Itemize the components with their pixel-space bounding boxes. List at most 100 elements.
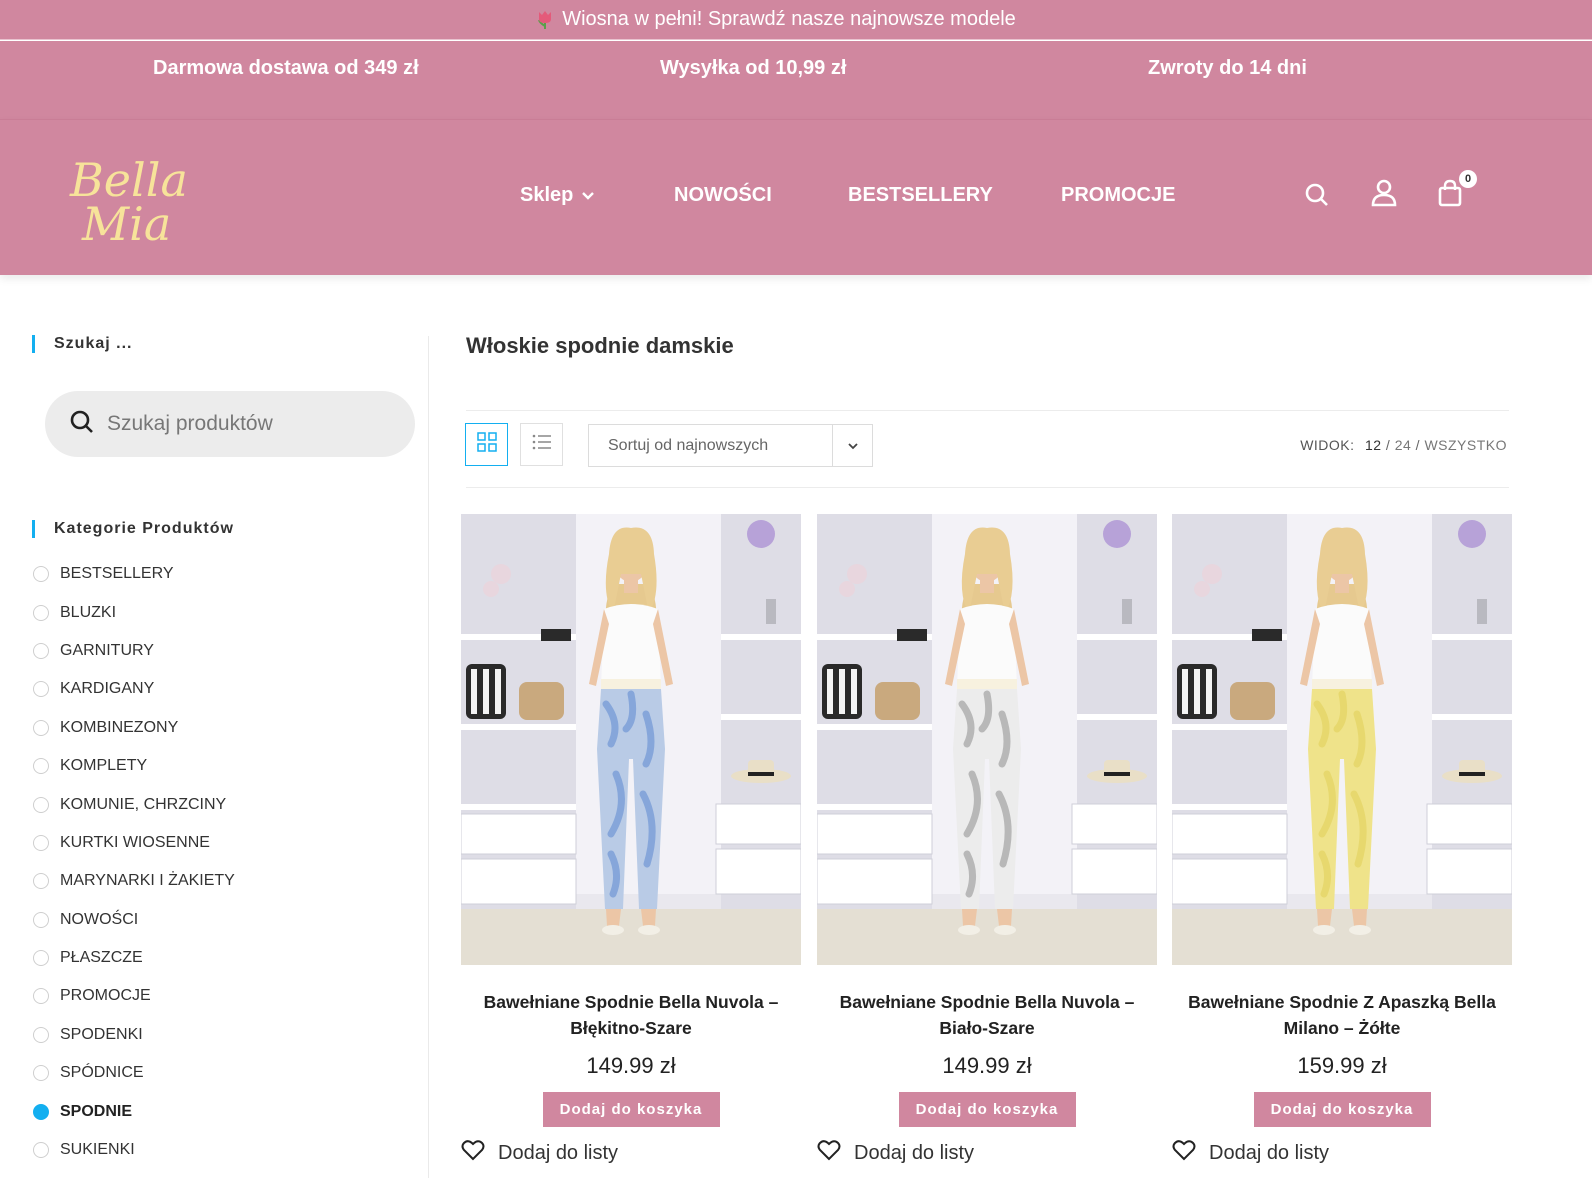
category-label: KURTKI WIOSENNE bbox=[60, 833, 210, 851]
chevron-down-icon bbox=[832, 425, 872, 466]
category-item[interactable]: PROMOCJE bbox=[32, 977, 235, 1015]
benefit-returns: Zwroty do 14 dni bbox=[1148, 57, 1307, 79]
site-header: Bella Mia Sklep NOWOŚCI BESTSELLERY PROM… bbox=[0, 119, 1592, 275]
category-label: MARYNARKI I ŻAKIETY bbox=[60, 872, 235, 890]
category-label: GARNITURY bbox=[60, 641, 154, 659]
view-separator: / bbox=[1385, 437, 1391, 453]
radio-icon bbox=[33, 719, 49, 736]
radio-icon bbox=[33, 1065, 49, 1082]
product-price: 159.99 zł bbox=[1297, 1053, 1387, 1078]
category-label: PŁASZCZE bbox=[60, 949, 143, 967]
category-label: KOMPLETY bbox=[60, 757, 148, 775]
cart-count-badge: 0 bbox=[1459, 170, 1477, 188]
wishlist-label: Dodaj do listy bbox=[854, 1141, 975, 1164]
tulip-icon bbox=[536, 10, 554, 30]
nav-shop-label: Sklep bbox=[520, 184, 574, 206]
category-item[interactable]: KURTKI WIOSENNE bbox=[32, 824, 235, 862]
radio-icon bbox=[33, 911, 49, 928]
category-item[interactable]: SPÓDNICE bbox=[32, 1054, 235, 1092]
add-to-cart-button[interactable]: Dodaj do koszyka bbox=[542, 1092, 720, 1127]
grid-view-button[interactable] bbox=[465, 423, 508, 466]
category-item[interactable]: BLUZKI bbox=[32, 593, 235, 631]
add-to-wishlist[interactable]: Dodaj do listy bbox=[461, 1139, 801, 1167]
category-label: SUKIENKI bbox=[60, 1141, 135, 1159]
radio-icon bbox=[33, 988, 49, 1005]
view-all[interactable]: WSZYSTKO bbox=[1424, 437, 1507, 453]
list-view-button[interactable] bbox=[520, 423, 563, 466]
chevron-down-icon bbox=[581, 184, 595, 207]
nav-new[interactable]: NOWOŚCI bbox=[674, 184, 772, 207]
search-icon[interactable] bbox=[1302, 178, 1332, 208]
category-label: SPODENKI bbox=[60, 1025, 143, 1043]
view-label: WIDOK: bbox=[1300, 437, 1355, 453]
category-item[interactable]: SUKIENKI bbox=[32, 1131, 235, 1169]
products-per-page: WIDOK: 12 / 24 / WSZYSTKO bbox=[1300, 437, 1507, 453]
category-item[interactable]: MARYNARKI I ŻAKIETY bbox=[32, 862, 235, 900]
product-card: Bawełniane Spodnie Bella Nuvola – Biało-… bbox=[817, 514, 1157, 1167]
category-item[interactable]: KARDIGANY bbox=[32, 670, 235, 708]
sort-label: Sortuj od najnowszych bbox=[608, 436, 769, 454]
sort-select[interactable]: Sortuj od najnowszych bbox=[588, 424, 873, 467]
benefit-shipping: Wysyłka od 10,99 zł bbox=[660, 57, 847, 79]
category-label: BLUZKI bbox=[60, 603, 117, 621]
category-item-active[interactable]: SPODNIE bbox=[32, 1092, 235, 1130]
category-item[interactable]: NOWOŚCI bbox=[32, 901, 235, 939]
sidebar-divider bbox=[428, 336, 429, 1178]
category-item[interactable]: BESTSELLERY bbox=[32, 555, 235, 593]
category-item[interactable]: KOMUNIE, CHRZCINY bbox=[32, 785, 235, 823]
heart-icon bbox=[1172, 1139, 1196, 1167]
search-icon[interactable] bbox=[69, 409, 95, 440]
category-label: KOMBINEZONY bbox=[60, 718, 179, 736]
radio-icon bbox=[33, 604, 49, 621]
category-label: BESTSELLERY bbox=[60, 565, 174, 583]
category-label: SPODNIE bbox=[60, 1102, 133, 1120]
add-to-cart-button[interactable]: Dodaj do koszyka bbox=[1253, 1092, 1431, 1127]
product-image[interactable] bbox=[461, 514, 801, 965]
product-image[interactable] bbox=[1172, 514, 1512, 965]
heart-icon bbox=[817, 1139, 841, 1167]
view-24[interactable]: 24 bbox=[1395, 437, 1412, 453]
search-widget-title: Szukaj ... bbox=[32, 335, 432, 353]
radio-icon bbox=[33, 873, 49, 890]
category-item[interactable]: SPODENKI bbox=[32, 1016, 235, 1054]
product-name[interactable]: Bawełniane Spodnie Bella Nuvola – Biało-… bbox=[817, 989, 1157, 1041]
categories-widget-title: Kategorie Produktów bbox=[32, 520, 234, 538]
add-to-wishlist[interactable]: Dodaj do listy bbox=[1172, 1139, 1512, 1167]
category-item[interactable]: PŁASZCZE bbox=[32, 939, 235, 977]
nav-shop[interactable]: Sklep bbox=[520, 184, 595, 207]
toolbar-divider-bottom bbox=[466, 487, 1509, 488]
category-item[interactable]: KOMPLETY bbox=[32, 747, 235, 785]
wishlist-label: Dodaj do listy bbox=[498, 1141, 619, 1164]
nav-promotions[interactable]: PROMOCJE bbox=[1061, 184, 1175, 207]
cart-icon[interactable]: 0 bbox=[1435, 170, 1477, 208]
radio-selected-icon bbox=[33, 1103, 49, 1120]
brand-logo[interactable]: Bella Mia bbox=[64, 142, 194, 252]
category-label: KOMUNIE, CHRZCINY bbox=[60, 795, 227, 813]
product-name[interactable]: Bawełniane Spodnie Bella Nuvola – Błękit… bbox=[461, 989, 801, 1041]
radio-icon bbox=[33, 758, 49, 775]
radio-icon bbox=[33, 834, 49, 851]
radio-icon bbox=[33, 566, 49, 583]
category-label: SPÓDNICE bbox=[60, 1064, 144, 1082]
category-list: BESTSELLERY BLUZKI GARNITURY KARDIGANY K… bbox=[32, 555, 235, 1169]
search-input[interactable] bbox=[107, 412, 387, 436]
product-name[interactable]: Bawełniane Spodnie Z Apaszką Bella Milan… bbox=[1172, 989, 1512, 1041]
announcement-bar: Wiosna w pełni! Sprawdź nasze najnowsze … bbox=[0, 0, 1592, 40]
add-to-wishlist[interactable]: Dodaj do listy bbox=[817, 1139, 1157, 1167]
product-search bbox=[45, 391, 415, 457]
nav-bestsellers[interactable]: BESTSELLERY bbox=[848, 184, 993, 207]
add-to-cart-button[interactable]: Dodaj do koszyka bbox=[898, 1092, 1076, 1127]
view-12[interactable]: 12 bbox=[1365, 437, 1382, 453]
radio-icon bbox=[33, 1142, 49, 1159]
product-image[interactable] bbox=[817, 514, 1157, 965]
radio-icon bbox=[33, 950, 49, 967]
wishlist-label: Dodaj do listy bbox=[1209, 1141, 1330, 1164]
view-separator: / bbox=[1415, 437, 1421, 453]
product-card: Bawełniane Spodnie Bella Nuvola – Błękit… bbox=[461, 514, 801, 1167]
user-icon[interactable] bbox=[1369, 178, 1399, 208]
radio-icon bbox=[33, 681, 49, 698]
toolbar-divider-top bbox=[466, 410, 1509, 411]
category-item[interactable]: GARNITURY bbox=[32, 632, 235, 670]
category-item[interactable]: KOMBINEZONY bbox=[32, 709, 235, 747]
announcement-text[interactable]: Wiosna w pełni! Sprawdź nasze najnowsze … bbox=[562, 8, 1016, 31]
